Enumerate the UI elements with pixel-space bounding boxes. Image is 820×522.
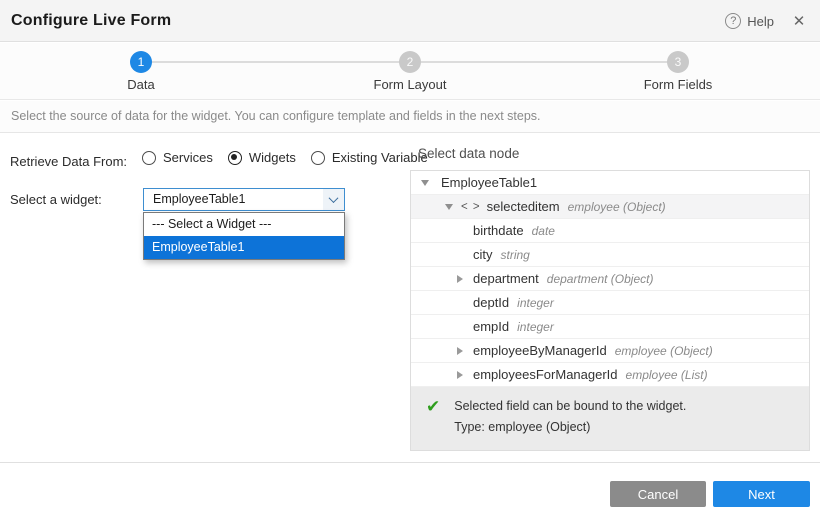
tree-node-name: department (473, 271, 539, 286)
footer-divider (0, 462, 820, 463)
retrieve-data-radio-group: Services Widgets Existing Variable (142, 150, 428, 165)
tree-node-name: birthdate (473, 223, 524, 238)
dropdown-option-placeholder[interactable]: --- Select a Widget --- (144, 213, 344, 236)
tree-node-type: integer (517, 320, 554, 334)
radio-services[interactable]: Services (142, 150, 213, 165)
radio-existing-variable-label[interactable]: Existing Variable (332, 150, 428, 165)
data-node-tree: EmployeeTable1 selecteditem employee (Ob… (410, 170, 810, 451)
radio-services-circle[interactable] (142, 151, 156, 165)
code-icon (461, 201, 481, 213)
tree-node-name: empId (473, 319, 509, 334)
widget-select[interactable]: EmployeeTable1 (143, 188, 345, 211)
close-icon[interactable]: ✕ (788, 0, 810, 42)
tree-row-deptid[interactable]: deptId integer (411, 291, 809, 315)
tree-node-type: string (501, 248, 530, 262)
tree-node-type: employee (Object) (615, 344, 713, 358)
tree-row-employeebymanagerid[interactable]: employeeByManagerId employee (Object) (411, 339, 809, 363)
next-button[interactable]: Next (713, 481, 810, 507)
step-2-circle[interactable]: 2 (399, 51, 421, 73)
help-label: Help (747, 14, 774, 29)
tree-row-department[interactable]: department department (Object) (411, 267, 809, 291)
step-3-circle[interactable]: 3 (667, 51, 689, 73)
tree-node-name: EmployeeTable1 (441, 175, 537, 190)
radio-widgets-label[interactable]: Widgets (249, 150, 296, 165)
tree-node-name: city (473, 247, 493, 262)
tree-node-type: date (532, 224, 555, 238)
tree-row-employeesformanagerid[interactable]: employeesForManagerId employee (List) (411, 363, 809, 387)
step-1-label: Data (81, 77, 201, 92)
chevron-down-icon (329, 193, 339, 203)
status-line2: Type: employee (Object) (454, 417, 686, 438)
tree-row-selecteditem[interactable]: selecteditem employee (Object) (411, 195, 809, 219)
cancel-button[interactable]: Cancel (610, 481, 706, 507)
step-3-label: Form Fields (618, 77, 738, 92)
tree-row-employeetable1[interactable]: EmployeeTable1 (411, 171, 809, 195)
tree-node-name: employeesForManagerId (473, 367, 618, 382)
tree-node-type: integer (517, 296, 554, 310)
tree-node-type: department (Object) (547, 272, 654, 286)
status-line1: Selected field can be bound to the widge… (454, 396, 686, 417)
tree-node-type: employee (Object) (568, 200, 666, 214)
radio-existing-variable[interactable]: Existing Variable (311, 150, 428, 165)
radio-widgets-circle[interactable] (228, 151, 242, 165)
step-2-label: Form Layout (350, 77, 470, 92)
tree-node-name: deptId (473, 295, 509, 310)
widget-dropdown-list: --- Select a Widget --- EmployeeTable1 (143, 212, 345, 260)
retrieve-data-from-label: Retrieve Data From: (10, 154, 127, 169)
binding-status-message: ✔ Selected field can be bound to the wid… (411, 387, 809, 450)
dialog-header: Configure Live Form ? Help ✕ (0, 0, 820, 42)
caret-down-icon[interactable] (421, 180, 429, 186)
tree-row-empid[interactable]: empId integer (411, 315, 809, 339)
help-button[interactable]: ? Help (725, 0, 774, 42)
step-1-circle[interactable]: 1 (130, 51, 152, 73)
select-data-node-heading: Select data node (418, 146, 519, 161)
step-description: Select the source of data for the widget… (0, 101, 820, 133)
widget-select-value: EmployeeTable1 (153, 189, 245, 210)
caret-right-icon[interactable] (457, 275, 463, 283)
radio-existing-variable-circle[interactable] (311, 151, 325, 165)
page-title: Configure Live Form (11, 0, 171, 42)
tree-row-birthdate[interactable]: birthdate date (411, 219, 809, 243)
tree-row-city[interactable]: city string (411, 243, 809, 267)
caret-right-icon[interactable] (457, 371, 463, 379)
tree-node-type: employee (List) (626, 368, 708, 382)
configure-live-form-dialog: Configure Live Form ? Help ✕ 1 2 3 Data … (0, 0, 820, 522)
help-icon: ? (725, 13, 741, 29)
radio-services-label[interactable]: Services (163, 150, 213, 165)
check-icon: ✔ (426, 396, 440, 438)
dropdown-option-employeetable1[interactable]: EmployeeTable1 (144, 236, 344, 259)
dropdown-arrow-button[interactable] (323, 189, 344, 210)
tree-node-name: employeeByManagerId (473, 343, 607, 358)
caret-down-icon[interactable] (445, 204, 453, 210)
caret-right-icon[interactable] (457, 347, 463, 355)
radio-widgets[interactable]: Widgets (228, 150, 296, 165)
tree-node-name: selecteditem (487, 199, 560, 214)
select-widget-label: Select a widget: (10, 192, 102, 207)
